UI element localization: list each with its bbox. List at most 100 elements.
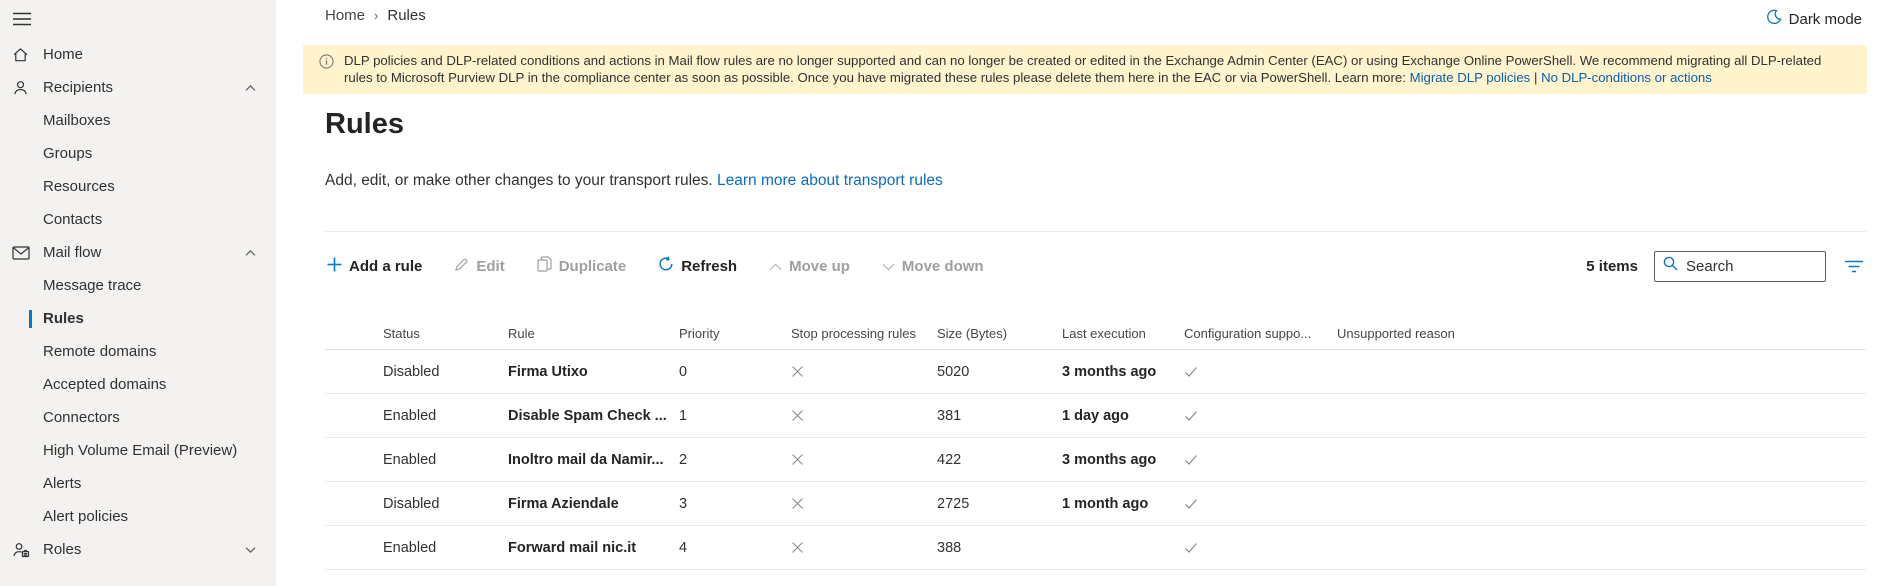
rule-size: 388 xyxy=(937,539,962,556)
check-mark-icon xyxy=(1184,410,1337,422)
sidebar-item-rules[interactable]: Rules xyxy=(0,302,276,335)
rule-last-execution: 3 months ago xyxy=(1062,363,1157,380)
x-mark-icon xyxy=(791,541,937,554)
breadcrumb: Home › Rules xyxy=(325,7,426,24)
chevron-up-icon xyxy=(769,258,782,275)
content-divider xyxy=(325,231,1866,232)
sidebar-item-accepted-domains[interactable]: Accepted domains xyxy=(0,368,276,401)
sidebar-item-connectors[interactable]: Connectors xyxy=(0,401,276,434)
rules-table: Status Rule Priority Stop processing rul… xyxy=(325,318,1866,570)
sidebar: Home Recipients Mailboxes Groups Resourc… xyxy=(0,0,276,586)
rule-status: Enabled xyxy=(383,451,437,468)
pencil-icon xyxy=(454,257,469,276)
command-bar: Add a rule Edit Duplicate Refresh Move u… xyxy=(325,248,1866,284)
rule-priority: 3 xyxy=(679,495,688,512)
move-down-button[interactable]: Move down xyxy=(880,254,986,279)
rule-size: 422 xyxy=(937,451,962,468)
column-header-configuration-supported[interactable]: Configuration suppo... xyxy=(1184,326,1337,341)
sidebar-item-contacts[interactable]: Contacts xyxy=(0,203,276,236)
rule-name[interactable]: Firma Aziendale xyxy=(508,496,679,512)
breadcrumb-home[interactable]: Home xyxy=(325,7,365,24)
table-row[interactable]: Disabled Firma Aziendale 3 2725 1 month … xyxy=(325,482,1866,526)
check-mark-icon xyxy=(1184,366,1337,378)
rule-priority: 4 xyxy=(679,539,688,556)
sidebar-item-recipients[interactable]: Recipients xyxy=(0,71,276,104)
search-icon xyxy=(1663,256,1678,276)
check-mark-icon xyxy=(1184,498,1337,510)
rule-priority: 0 xyxy=(679,363,688,380)
sidebar-item-resources[interactable]: Resources xyxy=(0,170,276,203)
x-mark-icon xyxy=(791,453,937,466)
column-header-status[interactable]: Status xyxy=(383,326,508,341)
sidebar-item-high-volume-email[interactable]: High Volume Email (Preview) xyxy=(0,434,276,467)
banner-link-no-dlp-conditions[interactable]: No DLP-conditions or actions xyxy=(1541,70,1712,85)
rule-size: 2725 xyxy=(937,495,970,512)
column-header-priority[interactable]: Priority xyxy=(679,326,791,341)
chevron-up-icon xyxy=(245,84,256,91)
sidebar-item-groups[interactable]: Groups xyxy=(0,137,276,170)
filter-icon[interactable] xyxy=(1842,258,1866,275)
dlp-warning-banner: DLP policies and DLP-related conditions … xyxy=(303,45,1867,94)
dark-mode-toggle[interactable]: Dark mode xyxy=(1766,9,1862,29)
column-header-unsupported-reason[interactable]: Unsupported reason xyxy=(1337,326,1866,341)
column-header-rule[interactable]: Rule xyxy=(508,326,679,341)
x-mark-icon xyxy=(791,497,937,510)
sidebar-item-message-trace[interactable]: Message trace xyxy=(0,269,276,302)
rule-name[interactable]: Inoltro mail da Namir... xyxy=(508,452,679,468)
rule-status: Enabled xyxy=(383,539,437,556)
sidebar-item-mail-flow[interactable]: Mail flow xyxy=(0,236,276,269)
check-mark-icon xyxy=(1184,454,1337,466)
rule-size: 381 xyxy=(937,407,962,424)
table-row[interactable]: Disabled Firma Utixo 0 5020 3 months ago xyxy=(325,350,1866,394)
page-subtitle: Add, edit, or make other changes to your… xyxy=(325,172,943,189)
home-icon xyxy=(12,46,29,63)
sidebar-item-alert-policies[interactable]: Alert policies xyxy=(0,500,276,533)
sidebar-item-home[interactable]: Home xyxy=(0,38,276,71)
toolbar-right: 5 items xyxy=(1586,250,1866,282)
rule-name[interactable]: Disable Spam Check ... xyxy=(508,408,679,424)
move-up-button[interactable]: Move up xyxy=(767,254,852,279)
duplicate-button[interactable]: Duplicate xyxy=(535,252,629,280)
hamburger-menu-icon[interactable] xyxy=(0,0,276,38)
sidebar-item-mailboxes[interactable]: Mailboxes xyxy=(0,104,276,137)
items-count: 5 items xyxy=(1586,257,1638,275)
banner-link-migrate-dlp[interactable]: Migrate DLP policies xyxy=(1410,70,1531,85)
column-header-size[interactable]: Size (Bytes) xyxy=(937,326,1062,341)
rule-size: 5020 xyxy=(937,363,970,380)
banner-text: DLP policies and DLP-related conditions … xyxy=(344,53,1822,85)
table-header-row: Status Rule Priority Stop processing rul… xyxy=(325,318,1866,350)
rule-name[interactable]: Forward mail nic.it xyxy=(508,540,679,556)
column-header-stop-processing[interactable]: Stop processing rules xyxy=(791,326,937,341)
rule-priority: 2 xyxy=(679,451,688,468)
table-row[interactable]: Enabled Disable Spam Check ... 1 381 1 d… xyxy=(325,394,1866,438)
table-row[interactable]: Enabled Inoltro mail da Namir... 2 422 3… xyxy=(325,438,1866,482)
x-mark-icon xyxy=(791,365,937,378)
rule-name[interactable]: Firma Utixo xyxy=(508,364,679,380)
rule-last-execution: 3 months ago xyxy=(1062,451,1157,468)
rule-status: Disabled xyxy=(383,495,440,512)
sidebar-item-roles[interactable]: Roles xyxy=(0,533,276,566)
chevron-up-icon xyxy=(245,249,256,256)
refresh-button[interactable]: Refresh xyxy=(656,252,739,280)
rule-status: Disabled xyxy=(383,363,440,380)
edit-button[interactable]: Edit xyxy=(452,253,506,280)
person-icon xyxy=(12,79,29,96)
sidebar-item-remote-domains[interactable]: Remote domains xyxy=(0,335,276,368)
sidebar-item-alerts[interactable]: Alerts xyxy=(0,467,276,500)
breadcrumb-current: Rules xyxy=(387,7,426,24)
learn-more-transport-rules-link[interactable]: Learn more about transport rules xyxy=(717,172,943,189)
page-title: Rules xyxy=(325,108,404,140)
mail-icon xyxy=(12,245,30,260)
add-a-rule-button[interactable]: Add a rule xyxy=(325,253,424,280)
roles-person-badge-icon xyxy=(12,541,30,558)
rule-last-execution: 1 day ago xyxy=(1062,407,1129,424)
dark-mode-label: Dark mode xyxy=(1788,10,1862,28)
search-box[interactable] xyxy=(1654,250,1826,282)
table-row[interactable]: Enabled Forward mail nic.it 4 388 xyxy=(325,526,1866,570)
rule-last-execution: 1 month ago xyxy=(1062,495,1149,512)
column-header-last-execution[interactable]: Last execution xyxy=(1062,326,1184,341)
copy-icon xyxy=(537,256,552,276)
breadcrumb-separator: › xyxy=(374,8,379,23)
rule-priority: 1 xyxy=(679,407,688,424)
search-input[interactable] xyxy=(1686,257,1806,275)
